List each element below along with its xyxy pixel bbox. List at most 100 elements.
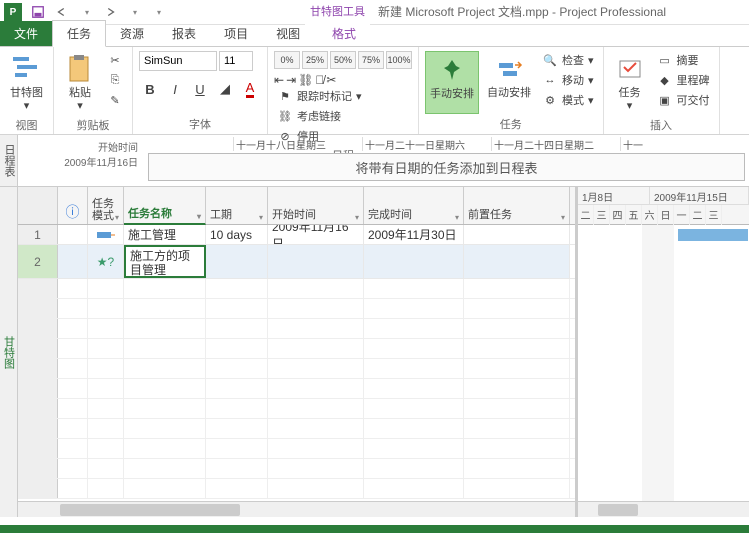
bold-button[interactable]: B [139,78,161,100]
undo-qat-button[interactable] [52,2,72,22]
save-qat-button[interactable] [28,2,48,22]
grid-horizontal-scrollbar[interactable] [18,501,575,517]
table-row[interactable]: 1 施工管理 10 days 2009年11月16日 2009年11月30日 [18,225,575,245]
ribbon-group-font: B I U ◢ A 字体 [133,47,268,134]
tab-file[interactable]: 文件 [0,21,52,46]
cell-finish[interactable] [364,245,464,278]
gantt-body[interactable] [578,225,749,501]
respect-links-button[interactable]: ⚑跟踪时标记 ▾ [274,87,365,105]
cell-pred[interactable] [464,225,570,244]
gantt-chart-button[interactable]: 甘特图▾ [6,51,47,115]
row-number[interactable]: 2 [18,245,58,278]
empty-rows[interactable] [18,279,575,501]
auto-mode-icon [97,229,115,241]
tab-format[interactable]: 格式 [318,21,370,46]
ribbon: 甘特图▾ 视图 粘贴▾ ✂ ⎘ ✎ 剪贴板 B [0,47,749,135]
col-header-duration[interactable]: 工期▾ [206,187,268,224]
font-color-icon: A [246,80,255,98]
task-grid: ⓘ 任务 模式▾ 任务名称▾ 工期▾ 开始时间▾ 完成时间▾ 前置任务▾ 1 施… [18,187,578,517]
format-painter-button[interactable]: ✎ [104,91,126,109]
grid-header: ⓘ 任务 模式▾ 任务名称▾ 工期▾ 开始时间▾ 完成时间▾ 前置任务▾ [18,187,575,225]
col-header-finish[interactable]: 完成时间▾ [364,187,464,224]
view-group-label: 视图 [6,115,47,133]
timeline-placeholder[interactable]: 将带有日期的任务添加到日程表 [148,153,745,181]
tab-project[interactable]: 项目 [210,21,262,46]
weekend-shade [642,225,658,501]
timeline-body[interactable]: 开始时间 2009年11月16日 十一月十八日星期三 十一月二十一日星期六 十一… [18,135,749,186]
col-header-mode[interactable]: 任务 模式▾ [88,187,124,224]
split-button[interactable]: ✂ [326,73,336,87]
summary-icon: ▭ [657,52,673,68]
mode-icon: ⚙ [542,92,558,108]
col-header-name[interactable]: 任务名称▾ [124,187,206,225]
redo-qat-button[interactable] [100,2,120,22]
qat-customize[interactable] [148,2,168,22]
task-insert-button[interactable]: 任务▾ [610,51,650,115]
link-button[interactable]: ⛓ [298,73,313,87]
pct-75-button[interactable]: 75% [358,51,384,69]
redo-dropdown[interactable] [124,2,144,22]
cell-start[interactable] [268,245,364,278]
font-color-button[interactable]: A [239,78,261,100]
cell-start[interactable]: 2009年11月16日 [268,225,364,244]
tab-resource[interactable]: 资源 [106,21,158,46]
inspect-button[interactable]: 🔍检查 ▾ [539,51,597,69]
link-tasks-button[interactable]: ⛓考虑链接 [274,107,365,125]
insert-group-label: 插入 [610,115,713,133]
cut-icon: ✂ [107,52,123,68]
app-icon: P [4,3,22,21]
col-header-info[interactable]: ⓘ [58,187,88,224]
outdent-button[interactable]: ⇤ [274,73,284,87]
gantt-task-bar[interactable] [678,229,748,241]
copy-button[interactable]: ⎘ [104,71,126,89]
paste-button[interactable]: 粘贴▾ [60,51,100,115]
chain-icon: ⛓ [277,108,293,124]
ribbon-group-clipboard: 粘贴▾ ✂ ⎘ ✎ 剪贴板 [54,47,133,134]
scrollbar-thumb[interactable] [60,504,240,516]
move-button[interactable]: ↔移动 ▾ [539,71,597,89]
milestone-button[interactable]: ◆里程碑 [654,71,713,89]
fill-color-button[interactable]: ◢ [214,78,236,100]
cell-info[interactable] [58,225,88,244]
underline-button[interactable]: U [189,78,211,100]
cut-button[interactable]: ✂ [104,51,126,69]
unlink-button[interactable]: ⛓̸ [315,73,324,87]
cell-pred[interactable] [464,245,570,278]
italic-button[interactable]: I [164,78,186,100]
font-size-select[interactable] [219,51,253,71]
cell-name[interactable]: 施工管理 [124,225,206,244]
pct-50-button[interactable]: 50% [330,51,356,69]
col-header-rownum[interactable] [18,187,58,224]
cell-info[interactable] [58,245,88,278]
cell-mode[interactable]: ★? [88,245,124,278]
mode-button[interactable]: ⚙模式 ▾ [539,91,597,109]
deliverable-button[interactable]: ▣可交付 [654,91,713,109]
row-number[interactable]: 1 [18,225,58,244]
manual-schedule-button[interactable]: 手动安排 [425,51,479,114]
table-row[interactable]: 2 ★? 施工方的项目管理 [18,245,575,279]
col-header-start[interactable]: 开始时间▾ [268,187,364,224]
gantt-timescale[interactable]: 1月8日 2009年11月15日 二三四五六日一二三 [578,187,749,225]
pct-0-button[interactable]: 0% [274,51,300,69]
cell-mode[interactable] [88,225,124,244]
summary-button[interactable]: ▭摘要 [654,51,713,69]
scrollbar-thumb[interactable] [598,504,638,516]
cell-duration[interactable] [206,245,268,278]
tab-report[interactable]: 报表 [158,21,210,46]
pct-100-button[interactable]: 100% [386,51,412,69]
auto-schedule-button[interactable]: 自动安排 [483,51,535,114]
cell-finish[interactable]: 2009年11月30日 [364,225,464,244]
copy-icon: ⎘ [107,72,123,88]
indent-button[interactable]: ⇥ [286,73,296,87]
col-header-pred[interactable]: 前置任务▾ [464,187,570,224]
cell-name-editing[interactable]: 施工方的项目管理 [124,245,206,278]
undo-dropdown[interactable] [76,2,96,22]
tasks-group-label: 任务 [425,114,597,132]
deliverable-icon: ▣ [657,92,673,108]
tab-task[interactable]: 任务 [52,20,106,47]
font-name-select[interactable] [139,51,217,71]
gantt-horizontal-scrollbar[interactable] [578,501,749,517]
cell-duration[interactable]: 10 days [206,225,268,244]
pct-25-button[interactable]: 25% [302,51,328,69]
grid-body[interactable]: 1 施工管理 10 days 2009年11月16日 2009年11月30日 2… [18,225,575,501]
